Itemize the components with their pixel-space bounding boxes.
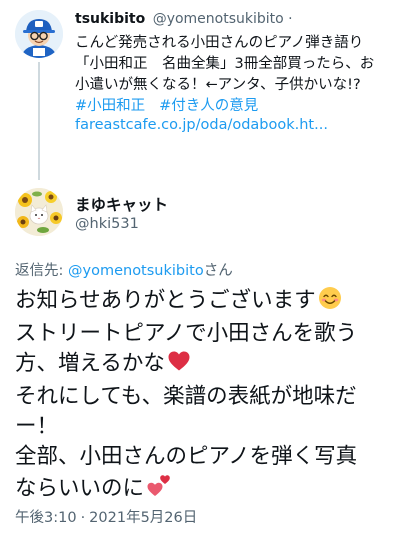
reply-text-line: ー！: [15, 414, 59, 439]
parent-display-name[interactable]: tsukibito: [75, 11, 145, 27]
reply-text-line: 方、増えるかな: [15, 349, 400, 382]
reply-text-line: それにしても、楽譜の表紙が地味だ: [15, 384, 357, 409]
smiling-face-emoji-icon: [318, 286, 342, 319]
tweet-time: 午後3:10: [15, 510, 77, 526]
reply-avatar[interactable]: [15, 188, 63, 236]
reply-text-line: 全部、小田さんのピアノを弾く写真: [15, 444, 358, 469]
reply-handle[interactable]: @hki531: [75, 216, 139, 232]
timestamp-separator: ·: [80, 510, 86, 526]
parent-avatar[interactable]: [15, 10, 63, 58]
reply-display-name[interactable]: まゆキャット: [75, 193, 168, 215]
two-hearts-emoji-icon: [146, 472, 172, 507]
parent-tweet[interactable]: tsukibito @yomenotsukibito · こんど発売される小田さ…: [0, 0, 410, 180]
replying-to-label: 返信先:: [15, 263, 68, 279]
reply-text-segment: ならいいのに: [15, 476, 145, 501]
parent-text-line: 「小田和正 名曲全集」3冊全部買ったら、お: [75, 56, 375, 72]
parent-text-line: こんど発売される小田さんのピアノ弾き語り: [75, 35, 364, 51]
reply-text-line: ならいいのに: [15, 472, 400, 507]
parent-text-line: 小遣いが無くなる！←アンタ、子供かいな!?: [75, 77, 361, 93]
tweet-conversation: tsukibito @yomenotsukibito · こんど発売される小田さ…: [0, 0, 410, 538]
thread-connector-line: [38, 62, 40, 180]
hashtag-link[interactable]: #小田和正: [75, 98, 145, 114]
replying-to-line: 返信先: @yomenotsukibitoさん: [15, 259, 233, 280]
parent-url-link[interactable]: fareastcafe.co.jp/oda/odabook.ht...: [75, 117, 328, 133]
reply-tweet-text: お知らせありがとうございます ストリートピアノで小田さんを歌う 方、増えるかな …: [15, 286, 400, 507]
parent-hashtag-line: #小田和正 #付き人の意見: [75, 96, 400, 117]
parent-header: tsukibito @yomenotsukibito ·: [75, 11, 293, 27]
cat-flowers-avatar-icon: [15, 188, 63, 236]
replying-to-handle[interactable]: @yomenotsukibito: [68, 263, 204, 279]
reply-text-line: ストリートピアノで小田さんを歌う: [15, 321, 358, 346]
header-separator: ·: [288, 11, 293, 27]
red-heart-emoji-icon: [167, 349, 191, 382]
reply-text-line: お知らせありがとうございます: [15, 286, 400, 319]
reply-text-segment: お知らせありがとうございます: [15, 288, 316, 313]
hashtag-link[interactable]: #付き人の意見: [159, 98, 258, 114]
cartoon-man-avatar-icon: [15, 10, 63, 58]
reply-text-segment: 方、増えるかな: [15, 351, 165, 376]
parent-handle[interactable]: @yomenotsukibito: [153, 11, 284, 27]
tweet-date: 2021年5月26日: [89, 510, 198, 526]
parent-tweet-text: こんど発売される小田さんのピアノ弾き語り 「小田和正 名曲全集」3冊全部買ったら…: [75, 33, 400, 117]
replying-to-suffix: さん: [203, 263, 233, 279]
tweet-timestamp[interactable]: 午後3:10 · 2021年5月26日: [15, 506, 197, 527]
